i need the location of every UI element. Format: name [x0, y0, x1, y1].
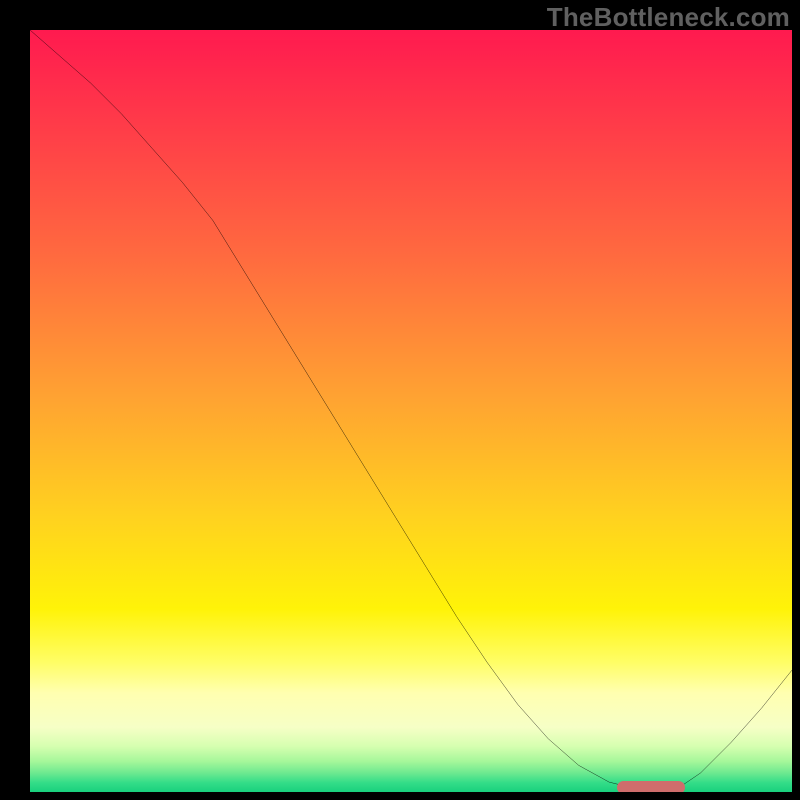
bottleneck-curve — [30, 30, 792, 792]
curve-path — [30, 30, 792, 787]
plot-area — [30, 30, 792, 792]
watermark-text: TheBottleneck.com — [547, 2, 790, 33]
optimal-range-marker — [617, 781, 686, 792]
chart-stage: TheBottleneck.com — [0, 0, 800, 800]
